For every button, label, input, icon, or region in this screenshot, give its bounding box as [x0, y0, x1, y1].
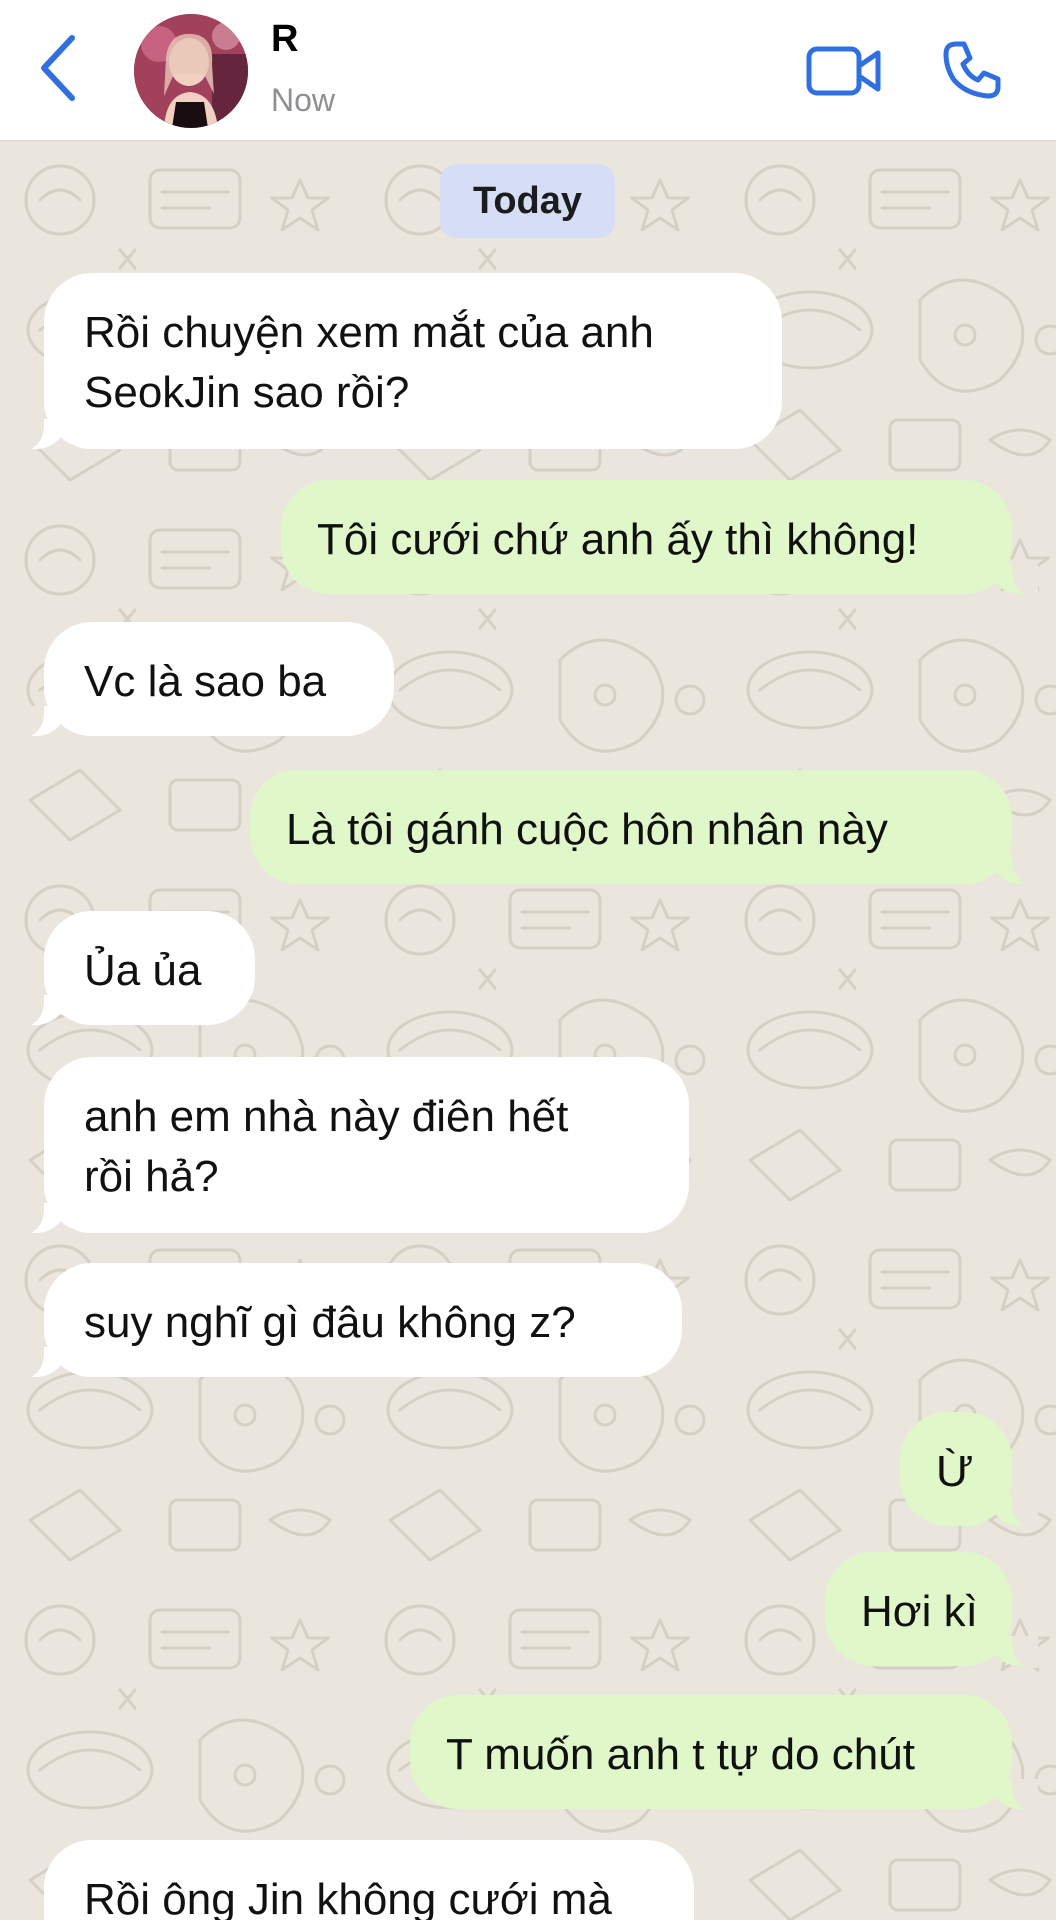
- avatar-photo: [134, 14, 248, 128]
- message-bubble-incoming[interactable]: Vc là sao ba: [18, 622, 394, 738]
- date-separator: Today: [440, 164, 615, 238]
- voice-call-button[interactable]: [942, 40, 1002, 100]
- back-button[interactable]: [34, 32, 86, 104]
- chat-header: R Now: [0, 0, 1056, 140]
- message-bubble-incoming[interactable]: Ủa ủa: [18, 911, 255, 1027]
- avatar[interactable]: [134, 14, 248, 128]
- message-bubble-incoming[interactable]: suy nghĩ gì đâu không z?: [18, 1263, 682, 1379]
- message-bubble-incoming[interactable]: Rồi ông Jin không cưới mà: [44, 1840, 694, 1920]
- message-bubble-incoming[interactable]: Rồi chuyện xem mắt của anh SeokJin sao r…: [18, 273, 782, 451]
- contact-status: Now: [271, 82, 336, 118]
- message-bubble-outgoing[interactable]: Ừ: [900, 1412, 1038, 1528]
- message-list[interactable]: Today Rồi chuyện xem mắt của anh SeokJin…: [0, 140, 1056, 1920]
- chevron-left-icon: [41, 35, 75, 101]
- message-bubble-outgoing[interactable]: T muốn anh t tự do chút: [410, 1695, 1038, 1811]
- message-bubble-outgoing[interactable]: Tôi cưới chứ anh ấy thì không!: [281, 480, 1038, 596]
- message-bubble-outgoing[interactable]: Hơi kì: [825, 1552, 1038, 1668]
- contact-name[interactable]: R: [271, 18, 298, 61]
- phone-icon: [943, 41, 1001, 99]
- video-call-button[interactable]: [806, 44, 882, 98]
- video-camera-icon: [806, 46, 881, 96]
- message-bubble-incoming[interactable]: anh em nhà này điên hết rồi hả?: [18, 1057, 689, 1235]
- message-bubble-outgoing[interactable]: Là tôi gánh cuộc hôn nhân này: [250, 770, 1038, 886]
